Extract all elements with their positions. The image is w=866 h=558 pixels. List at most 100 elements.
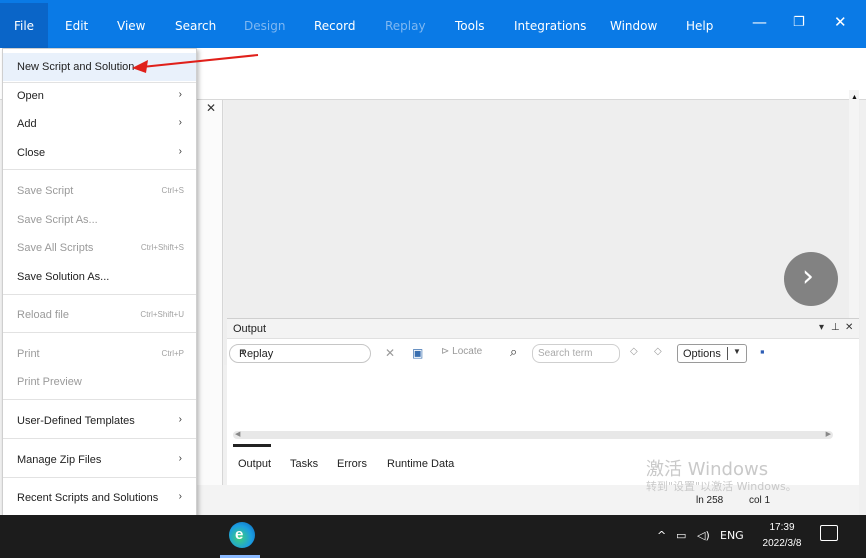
clear-icon[interactable]: ✕ — [385, 346, 395, 360]
menu-item-label: Save All Scripts — [17, 242, 94, 254]
scroll-left-icon[interactable]: ◀ — [235, 430, 240, 438]
clock-time: 17:39 — [769, 522, 795, 533]
restore-button[interactable]: ❐ — [793, 15, 805, 30]
panel-menu-icon[interactable]: ▾ — [819, 322, 824, 333]
chevron-right-icon: › — [178, 414, 182, 425]
menu-item-label: Recent Scripts and Solutions — [17, 492, 159, 504]
locate-label: Locate — [452, 346, 483, 357]
menu-record[interactable]: Record — [314, 19, 355, 33]
menu-item-save-script-as[interactable]: Save Script As... — [3, 206, 196, 234]
output-title: Output — [233, 323, 267, 335]
menu-item-close[interactable]: Close › — [3, 139, 196, 167]
tray-expand-icon[interactable]: ^ — [657, 529, 666, 542]
chevron-right-icon: › — [802, 259, 814, 294]
menu-item-print[interactable]: Print Ctrl+P — [3, 340, 196, 368]
horizontal-scrollbar[interactable]: ◀ ▶ — [233, 431, 833, 439]
menu-item-label: Save Solution As... — [17, 271, 110, 283]
menu-file[interactable]: File — [0, 3, 48, 48]
word-wrap-icon[interactable]: ▣ — [412, 346, 423, 360]
file-menu: New Script and Solution Open › Add › Close… — [2, 48, 197, 546]
shortcut-label: Ctrl+S — [161, 186, 184, 195]
menu-help[interactable]: Help — [686, 19, 713, 33]
search-placeholder: Search term — [538, 348, 593, 359]
menu-item-label: Add — [17, 118, 37, 130]
shortcut-label: Ctrl+Shift+U — [140, 310, 184, 319]
output-header: Output ▾ ⊥ ✕ — [227, 319, 859, 339]
chevron-right-icon: › — [178, 453, 182, 464]
taskbar: e ^ ▭ ◁) ENG 17:39 2022/3/8 — [0, 515, 866, 558]
options-button[interactable]: Options ▼ — [677, 344, 747, 363]
output-close-icon[interactable]: ✕ — [845, 322, 853, 333]
volume-icon[interactable]: ◁) — [697, 529, 710, 542]
status-col: col 1 — [749, 495, 771, 506]
tab-runtime-data[interactable]: Runtime Data — [387, 458, 454, 470]
menu-replay[interactable]: Replay — [385, 19, 426, 33]
menu-edit[interactable]: Edit — [65, 19, 88, 33]
clock-date: 2022/3/8 — [762, 538, 802, 549]
menu-item-reload-file[interactable]: Reload file Ctrl+Shift+U — [3, 301, 196, 329]
search-icon[interactable]: ⌕ — [510, 344, 517, 360]
edge-browser-icon[interactable]: e — [229, 522, 255, 548]
menu-item-label: Print — [17, 348, 40, 360]
menu-item-save-solution-as[interactable]: Save Solution As... — [3, 263, 196, 291]
chevron-down-icon: ▼ — [239, 347, 247, 356]
menu-item-label: Open — [17, 90, 44, 102]
pin-icon[interactable]: ⊥ — [831, 322, 840, 333]
menu-integrations[interactable]: Integrations — [514, 19, 586, 33]
menu-item-label: Reload file — [17, 309, 69, 321]
menu-item-recent-scripts[interactable]: Recent Scripts and Solutions › — [3, 484, 196, 512]
active-tab-indicator — [233, 444, 271, 447]
menu-item-label: Manage Zip Files — [17, 454, 102, 466]
search-prev-icon[interactable]: ◇ — [630, 346, 638, 357]
menu-item-print-preview[interactable]: Print Preview — [3, 368, 196, 396]
menu-item-label: User-Defined Templates — [17, 415, 135, 427]
solution-explorer-panel — [196, 100, 223, 485]
panel-close-icon[interactable]: ✕ — [206, 101, 216, 115]
annotation-arrow-icon — [132, 54, 259, 73]
menu-search[interactable]: Search — [175, 19, 216, 33]
menu-item-save-all-scripts[interactable]: Save All Scripts Ctrl+Shift+S — [3, 234, 196, 262]
menu-item-manage-zip-files[interactable]: Manage Zip Files › — [3, 446, 196, 474]
menu-tools[interactable]: Tools — [455, 19, 485, 33]
scroll-up-icon[interactable]: ▲ — [851, 94, 858, 101]
activation-subtitle: 转到"设置"以激活 Windows。 — [646, 480, 797, 493]
status-line: ln 258 — [696, 495, 724, 506]
search-input[interactable]: Search term — [532, 344, 620, 363]
chevron-down-icon: ▼ — [733, 347, 741, 356]
menu-view[interactable]: View — [117, 19, 145, 33]
save-icon[interactable]: ▪ — [760, 344, 765, 359]
locate-button[interactable]: ⊳ Locate — [441, 346, 482, 357]
menu-item-label: New Script and Solution — [17, 61, 135, 73]
menu-item-user-defined-templates[interactable]: User-Defined Templates › — [3, 407, 196, 435]
output-source-select[interactable]: Replay ▼ — [229, 344, 371, 363]
language-indicator[interactable]: ENG — [720, 529, 744, 542]
menu-item-open[interactable]: Open › — [3, 82, 196, 110]
menu-window[interactable]: Window — [610, 19, 657, 33]
scroll-right-icon[interactable]: ▶ — [826, 430, 831, 438]
notification-icon[interactable] — [820, 525, 838, 541]
chevron-right-icon: › — [178, 491, 182, 502]
options-label: Options — [683, 348, 721, 360]
menu-item-label: Save Script — [17, 185, 74, 197]
minimize-button[interactable]: — — [752, 13, 767, 31]
tab-errors[interactable]: Errors — [337, 458, 367, 470]
menu-item-label: Print Preview — [17, 376, 82, 388]
next-slide-button[interactable]: › — [784, 252, 838, 306]
tab-output[interactable]: Output — [238, 458, 271, 470]
menu-item-label: Close — [17, 147, 46, 159]
chevron-right-icon: › — [178, 89, 182, 100]
chevron-right-icon: › — [178, 117, 182, 128]
network-icon[interactable]: ▭ — [676, 529, 686, 542]
tab-tasks[interactable]: Tasks — [290, 458, 318, 470]
shortcut-label: Ctrl+Shift+S — [140, 243, 184, 252]
menu-item-add[interactable]: Add › — [3, 110, 196, 138]
shortcut-label: Ctrl+P — [161, 349, 184, 358]
menu-design[interactable]: Design — [244, 19, 285, 33]
menu-item-save-script[interactable]: Save Script Ctrl+S — [3, 177, 196, 205]
chevron-right-icon: › — [178, 146, 182, 157]
menu-bar: File Edit View Search Design Record Repl… — [0, 0, 866, 48]
menu-item-label: Save Script As... — [17, 214, 98, 226]
clock[interactable]: 17:39 2022/3/8 — [760, 520, 804, 552]
close-button[interactable]: ✕ — [834, 13, 847, 31]
search-next-icon[interactable]: ◇ — [654, 346, 662, 357]
